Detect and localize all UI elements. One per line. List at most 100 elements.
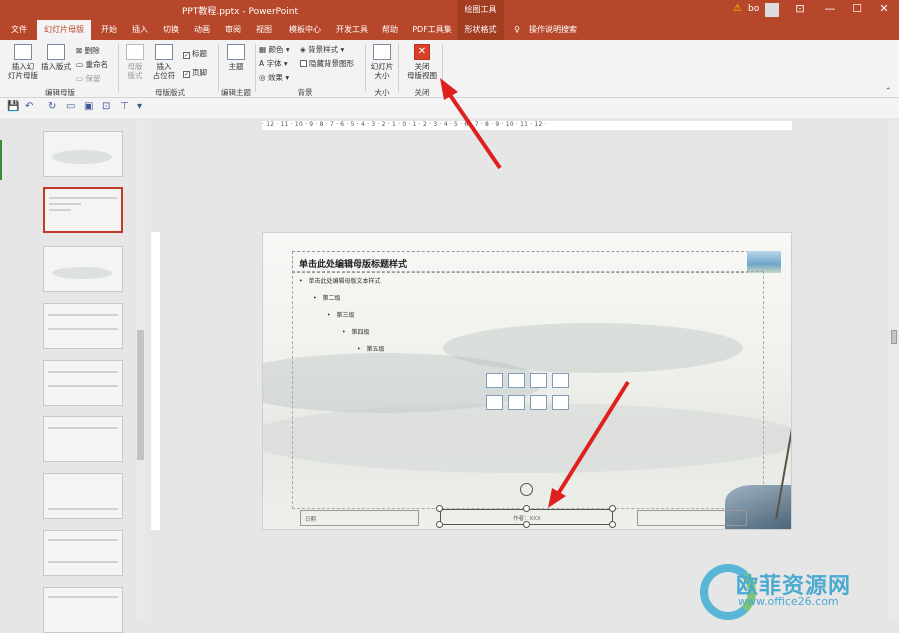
preserve-button[interactable]: ▭ 保留 — [76, 73, 100, 84]
text-level-2: 第二级 — [313, 293, 341, 302]
scrollbar-thumb[interactable] — [891, 330, 897, 344]
avatar[interactable] — [765, 3, 779, 17]
tab-review[interactable]: 审阅 — [220, 20, 246, 40]
tab-animations[interactable]: 动画 — [189, 20, 215, 40]
insert-slide-master-icon — [14, 44, 32, 60]
insert-layout-button[interactable]: 插入版式 — [40, 44, 72, 71]
slide-size-icon — [373, 44, 391, 60]
undo-icon[interactable]: ↶ — [25, 101, 33, 112]
warning-icon[interactable]: ⚠ — [733, 3, 742, 14]
close-master-view-button[interactable]: ✕ 关闭 母版视图 — [403, 44, 441, 80]
delete-icon: ⊠ — [76, 46, 85, 55]
ribbon-display-icon[interactable]: ⊡ — [790, 2, 810, 15]
tab-insert[interactable]: 插入 — [127, 20, 153, 40]
slide-size-button[interactable]: 幻灯片 大小 — [368, 44, 396, 80]
page-number-placeholder[interactable] — [637, 510, 747, 526]
tab-view[interactable]: 视图 — [251, 20, 277, 40]
rename-button[interactable]: ▭ 重命名 — [76, 59, 108, 70]
tell-me-search[interactable]: 操作说明搜索 — [527, 20, 579, 40]
icons-icon[interactable] — [552, 395, 569, 410]
master-layout-button[interactable]: 母版 版式 — [122, 44, 148, 80]
insert-slide-master-button[interactable]: 插入幻 灯片母版 — [5, 44, 41, 80]
save-icon[interactable]: 💾 — [7, 101, 19, 112]
collapse-ribbon-icon[interactable]: ⌃ — [885, 86, 891, 95]
watermark: 欧菲资源网 www.office26.com — [700, 562, 899, 622]
delete-button[interactable]: ⊠ 删除 — [76, 45, 100, 56]
resize-handle[interactable] — [523, 505, 530, 512]
check-icon: ✓ — [183, 52, 190, 59]
online-picture-icon[interactable] — [508, 395, 525, 410]
tab-template-center[interactable]: 模板中心 — [284, 20, 326, 40]
canvas-scrollbar[interactable] — [889, 120, 899, 620]
tab-pdf-tools[interactable]: PDF工具集 — [410, 20, 454, 40]
group-label-edit-theme: 编辑主题 — [221, 88, 251, 97]
tab-developer[interactable]: 开发工具 — [332, 20, 372, 40]
new-slide-icon[interactable]: ▭ — [66, 101, 75, 112]
video-icon[interactable] — [530, 395, 547, 410]
tab-shape-format[interactable]: 形状格式 — [457, 20, 504, 40]
colors-button[interactable]: ▦ 颜色 ▾ — [259, 44, 290, 55]
picture-icon[interactable] — [486, 395, 503, 410]
tab-slide-master[interactable]: 幻灯片母版 — [37, 20, 91, 40]
effects-button[interactable]: ◎ 效果 ▾ — [259, 72, 289, 83]
slide-master-layout[interactable]: 单击此处编辑母版标题样式 单击此处编辑母版文本样式 第二级 第三级 第四级 第五… — [262, 232, 792, 530]
layout-thumbnail[interactable] — [43, 530, 123, 576]
content-placeholder[interactable]: 单击此处编辑母版文本样式 第二级 第三级 第四级 第五级 — [292, 271, 764, 509]
user-name[interactable]: bo — [748, 4, 759, 14]
minimize-button[interactable]: — — [820, 2, 840, 15]
theme-button[interactable]: 主题 — [222, 44, 250, 71]
layout-thumbnail[interactable] — [43, 360, 123, 406]
master-layout-icon — [126, 44, 144, 60]
background-styles-button[interactable]: ◈ 背景样式 ▾ — [300, 44, 344, 55]
customize-qat-icon[interactable]: ▾ — [137, 101, 142, 112]
table-icon[interactable] — [486, 373, 503, 388]
tab-transitions[interactable]: 切换 — [158, 20, 184, 40]
separator — [255, 44, 256, 92]
date-placeholder[interactable]: 日期 — [300, 510, 419, 526]
picture-icon[interactable]: ▣ — [84, 101, 93, 112]
title-image — [747, 251, 781, 273]
text-level-3: 第三级 — [327, 310, 355, 319]
close-window-button[interactable]: ✕ — [874, 2, 894, 15]
check-icon: ✓ — [183, 71, 190, 78]
resize-handle[interactable] — [609, 521, 616, 528]
tab-file[interactable]: 文件 — [5, 20, 33, 40]
maximize-button[interactable]: ☐ — [847, 2, 867, 15]
layout-thumbnail-selected[interactable] — [43, 187, 123, 233]
shapes-icon[interactable]: ⊡ — [102, 101, 110, 112]
vertical-ruler — [151, 232, 160, 530]
scrollbar-thumb[interactable] — [137, 330, 144, 460]
smartart-icon[interactable] — [530, 373, 547, 388]
resize-handle[interactable] — [523, 521, 530, 528]
quick-access-toolbar: 💾 ↶ ↻ ▭ ▣ ⊡ ⊤ ▾ — [0, 98, 899, 118]
fonts-button[interactable]: A 字体 ▾ — [259, 58, 288, 69]
3d-model-icon[interactable] — [552, 373, 569, 388]
resize-handle[interactable] — [436, 505, 443, 512]
resize-handle[interactable] — [436, 521, 443, 528]
layout-thumbnail[interactable] — [43, 473, 123, 519]
layout-thumbnail[interactable] — [43, 587, 123, 633]
title-checkbox[interactable]: ✓ 标题 — [183, 48, 207, 59]
chart-icon[interactable] — [508, 373, 525, 388]
hide-background-checkbox[interactable]: 隐藏背景图形 — [300, 58, 354, 69]
layout-thumbnail[interactable] — [43, 303, 123, 349]
tab-help[interactable]: 帮助 — [377, 20, 403, 40]
background-styles-icon: ◈ — [300, 45, 309, 54]
tab-home[interactable]: 开始 — [96, 20, 122, 40]
drawing-tools-context: 绘图工具 — [457, 0, 504, 20]
redo-icon[interactable]: ↻ — [48, 101, 56, 112]
rotate-handle-icon[interactable] — [520, 483, 533, 496]
title-placeholder[interactable]: 单击此处编辑母版标题样式 — [292, 251, 764, 273]
effects-icon: ◎ — [259, 73, 268, 82]
thumbnails-scrollbar[interactable] — [136, 120, 145, 620]
layout-thumbnail[interactable] — [43, 246, 123, 292]
format-icon[interactable]: ⊤ — [120, 101, 129, 112]
ribbon: 插入幻 灯片母版 插入版式 ⊠ 删除 ▭ 重命名 ▭ 保留 编辑母版 母版 版式… — [0, 40, 899, 98]
separator — [118, 44, 119, 92]
group-label-close: 关闭 — [414, 88, 430, 97]
resize-handle[interactable] — [609, 505, 616, 512]
master-thumbnail[interactable] — [43, 131, 123, 177]
layout-thumbnail[interactable] — [43, 416, 123, 462]
footer-checkbox[interactable]: ✓ 页脚 — [183, 67, 207, 78]
insert-placeholder-button[interactable]: 插入 占位符 — [150, 44, 178, 80]
